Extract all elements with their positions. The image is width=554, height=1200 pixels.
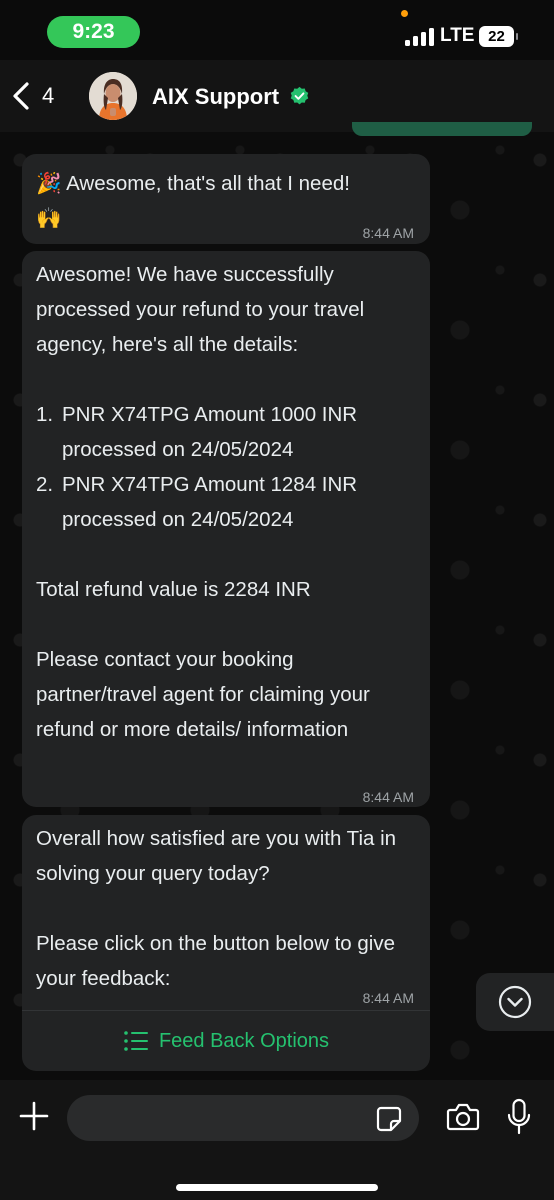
list-icon — [124, 1031, 148, 1051]
list-item-text: PNR X74TPG Amount 1000 INR processed on … — [62, 403, 358, 461]
network-type: LTE — [440, 25, 475, 46]
message-time: 8:44 AM — [362, 789, 414, 805]
chevron-left-icon — [13, 82, 29, 110]
battery-icon: 22 — [479, 26, 518, 47]
feedback-instruction: Please click on the button below to give… — [36, 932, 395, 990]
message-composer — [0, 1080, 554, 1200]
feedback-question: Overall how satisfied are you with Tia i… — [36, 827, 397, 885]
feedback-options-label: Feed Back Options — [158, 1029, 330, 1052]
home-indicator — [176, 1184, 378, 1191]
status-time: 9:23 — [47, 16, 140, 48]
message-bubble-incoming[interactable]: 🎉 Awesome, that's all that I need! 🙌 8:4… — [22, 154, 430, 244]
status-bar: 9:23 LTE 22 — [0, 0, 554, 60]
chevron-down-circle-icon — [498, 985, 532, 1019]
camera-icon[interactable] — [446, 1102, 480, 1132]
refund-contact-note: Please contact your booking partner/trav… — [36, 648, 370, 741]
feedback-options-button[interactable]: Feed Back Options — [22, 1011, 430, 1071]
refund-list-item: 2. PNR X74TPG Amount 1284 INR processed … — [36, 467, 416, 537]
previous-sent-message — [352, 122, 532, 136]
scroll-to-bottom-button[interactable] — [476, 973, 554, 1031]
message-bubble-refund-details[interactable]: Awesome! We have successfully processed … — [22, 251, 430, 807]
message-text: 🎉 Awesome, that's all that I need! 🙌 — [36, 172, 350, 230]
verified-badge-icon — [290, 86, 309, 105]
contact-name[interactable]: AIX Support — [152, 84, 279, 110]
list-number: 2. — [36, 473, 54, 496]
message-time: 8:44 AM — [362, 225, 414, 241]
refund-intro: Awesome! We have successfully processed … — [36, 263, 365, 356]
microphone-icon[interactable] — [506, 1098, 532, 1136]
unread-count: 4 — [42, 83, 55, 108]
message-bubble-feedback[interactable]: Overall how satisfied are you with Tia i… — [22, 815, 430, 1071]
refund-list-item: 1. PNR X74TPG Amount 1000 INR processed … — [36, 397, 416, 467]
back-button[interactable]: 4 — [10, 74, 54, 118]
sticker-icon[interactable] — [376, 1106, 402, 1132]
privacy-indicator-dot — [401, 10, 408, 17]
list-number: 1. — [36, 403, 54, 426]
plus-icon[interactable] — [18, 1100, 50, 1132]
list-item-text: PNR X74TPG Amount 1284 INR processed on … — [62, 473, 358, 531]
refund-total: Total refund value is 2284 INR — [36, 578, 311, 601]
refund-list: 1. PNR X74TPG Amount 1000 INR processed … — [36, 397, 416, 537]
contact-avatar[interactable] — [89, 72, 137, 120]
message-input[interactable] — [67, 1095, 419, 1141]
signal-icon — [405, 28, 435, 46]
